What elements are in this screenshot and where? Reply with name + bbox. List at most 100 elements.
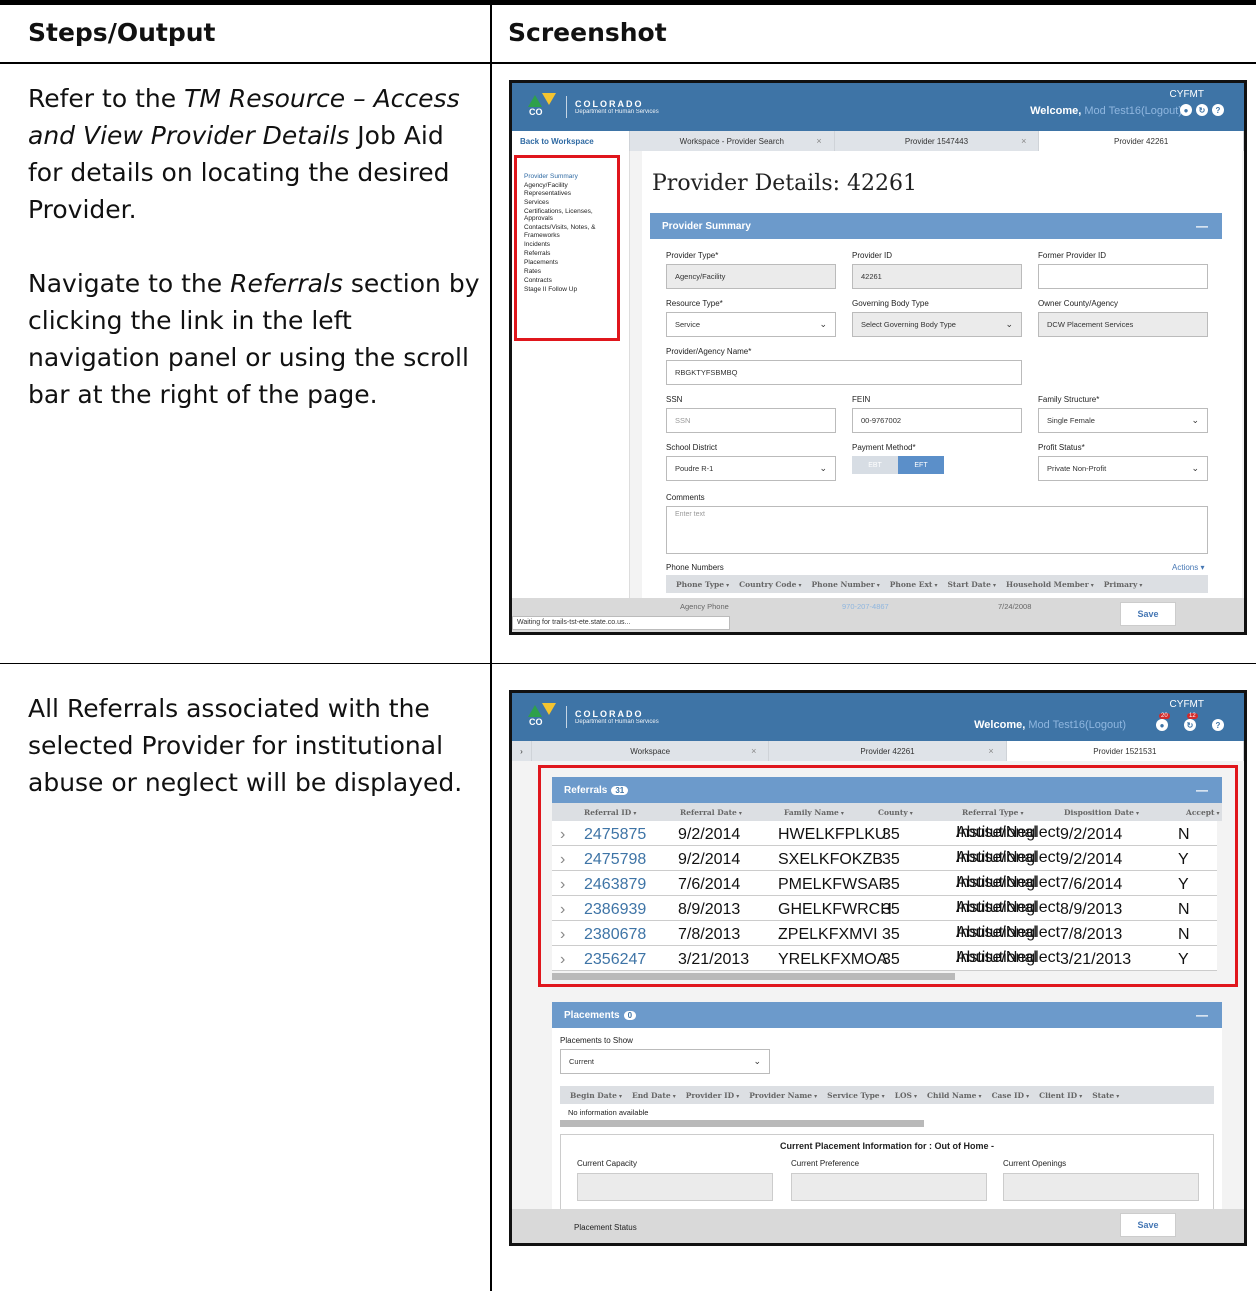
- nav-highlight-box: [514, 155, 620, 341]
- notifications[interactable]: ● 20: [1156, 713, 1170, 731]
- actions-menu[interactable]: Actions ▾: [1172, 563, 1204, 572]
- col-provider-name[interactable]: Provider Name: [739, 1091, 817, 1100]
- tab-bar: › Workspace × Provider 42261 × Provider 15…: [512, 741, 1244, 761]
- tab-workspace-provider-search[interactable]: Workspace - Provider Search ×: [630, 131, 835, 151]
- col-end-date[interactable]: End Date: [622, 1091, 676, 1100]
- comments-textarea[interactable]: Enter text: [666, 506, 1208, 554]
- col-state[interactable]: State: [1082, 1091, 1119, 1100]
- welcome-text: Welcome, Mod Test16(Logout): [1030, 105, 1182, 117]
- current-placement-panel: Current Placement Information for : Out …: [560, 1134, 1214, 1218]
- tasks-icon[interactable]: ↻: [1184, 719, 1196, 731]
- collapse-icon[interactable]: —: [1196, 219, 1208, 233]
- governing-body-field: Governing Body Type Select Governing Bod…: [852, 299, 1022, 337]
- col-begin-date[interactable]: Begin Date: [560, 1091, 622, 1100]
- user-link[interactable]: Mod Test16: [1028, 719, 1085, 731]
- notification-badge: 20: [1159, 713, 1170, 719]
- payment-method-field: Payment Method* EBT EFT: [852, 443, 1022, 474]
- col-phone-type[interactable]: Phone Type: [666, 580, 729, 589]
- current-capacity-label: Current Capacity: [577, 1159, 638, 1168]
- col-service-type[interactable]: Service Type: [817, 1091, 885, 1100]
- user-link[interactable]: Mod Test16: [1084, 105, 1141, 117]
- logout-link[interactable]: (Logout): [1141, 105, 1182, 117]
- placements-count: 0: [623, 1010, 637, 1020]
- fein-input[interactable]: 00-9767002: [852, 408, 1022, 433]
- placements-header[interactable]: Placements 0 —: [552, 1002, 1222, 1028]
- no-information-text: No information available: [568, 1108, 649, 1117]
- chevron-down-icon: ⌄: [1191, 463, 1199, 473]
- save-button[interactable]: Save: [1120, 602, 1176, 626]
- tasks[interactable]: ↻ 12: [1184, 713, 1198, 731]
- help-icon[interactable]: ?: [1212, 104, 1224, 116]
- col-phone-ext[interactable]: Phone Ext: [880, 580, 938, 589]
- colorado-logo: CO COLORADO Department of Human Services: [526, 703, 659, 731]
- welcome-text: Welcome, Mod Test16(Logout): [974, 719, 1126, 731]
- step-1-paragraph-1: Refer to the TM Resource – Access and Vi…: [28, 84, 460, 224]
- tab-provider-42261[interactable]: Provider 42261 ×: [769, 741, 1007, 761]
- fein-field: FEIN 00-9767002: [852, 395, 1022, 433]
- ebt-option[interactable]: EBT: [852, 456, 898, 474]
- former-provider-id-input[interactable]: [1038, 264, 1208, 289]
- col-country-code[interactable]: Country Code: [729, 580, 801, 589]
- chevron-down-icon: ⌄: [753, 1056, 761, 1066]
- col-start-date[interactable]: Start Date: [938, 580, 996, 589]
- col-household-member[interactable]: Household Member: [996, 580, 1094, 589]
- school-district-select[interactable]: Poudre R-1 ⌄: [666, 456, 836, 481]
- logout-link[interactable]: (Logout): [1085, 719, 1126, 731]
- family-structure-select[interactable]: Single Female ⌄: [1038, 408, 1208, 433]
- back-to-workspace-link[interactable]: Back to Workspace: [512, 131, 630, 151]
- provider-details-content: Provider Details: 42261 Provider Summary…: [642, 151, 1242, 632]
- provider-name-input[interactable]: RBGKTYFSBMBQ: [666, 360, 1022, 385]
- phone-row-number[interactable]: 970-207-4867: [842, 602, 889, 611]
- placements-scrollbar[interactable]: [560, 1120, 924, 1127]
- row-divider: [0, 663, 1256, 664]
- close-icon[interactable]: ×: [751, 746, 756, 756]
- current-preference-label: Current Preference: [791, 1159, 860, 1168]
- col-child-name[interactable]: Child Name: [917, 1091, 982, 1100]
- eft-option[interactable]: EFT: [898, 456, 944, 474]
- cdhs-logo-icon: CO: [526, 703, 558, 731]
- help-icon[interactable]: ?: [1212, 719, 1224, 731]
- column-header-steps: Steps/Output: [28, 18, 216, 47]
- collapse-icon[interactable]: —: [1196, 1008, 1208, 1022]
- tab-workspace[interactable]: Workspace ×: [532, 741, 770, 761]
- col-los[interactable]: LOS: [885, 1091, 917, 1100]
- close-icon[interactable]: ×: [816, 136, 821, 146]
- footer-bar: Placement Status Save: [512, 1209, 1244, 1243]
- expand-sidebar-icon[interactable]: ›: [512, 741, 532, 761]
- resource-type-select[interactable]: Service ⌄: [666, 312, 836, 337]
- resource-type-field: Resource Type* Service ⌄: [666, 299, 836, 337]
- close-icon[interactable]: ×: [1021, 136, 1026, 146]
- app-code: CYFMT: [1169, 699, 1204, 710]
- screenshot-provider-details: CO COLORADO Department of Human Services…: [509, 80, 1247, 635]
- tasks-icon[interactable]: ↻: [1196, 104, 1208, 116]
- col-case-id[interactable]: Case ID: [982, 1091, 1030, 1100]
- col-client-id[interactable]: Client ID: [1029, 1091, 1082, 1100]
- family-structure-field: Family Structure* Single Female ⌄: [1038, 395, 1208, 433]
- bell-icon[interactable]: ●: [1156, 719, 1168, 731]
- tasks-badge: 12: [1187, 713, 1198, 719]
- app-code: CYFMT: [1169, 89, 1204, 100]
- governing-body-select[interactable]: Select Governing Body Type ⌄: [852, 312, 1022, 337]
- current-placement-title: Current Placement Information for : Out …: [779, 1141, 994, 1151]
- chevron-down-icon: ⌄: [819, 319, 827, 329]
- col-provider-id[interactable]: Provider ID: [676, 1091, 740, 1100]
- col-phone-number[interactable]: Phone Number: [802, 580, 880, 589]
- provider-summary-header[interactable]: Provider Summary —: [650, 213, 1222, 239]
- tab-provider-42261[interactable]: Provider 42261: [1039, 131, 1244, 151]
- save-button[interactable]: Save: [1120, 1213, 1176, 1237]
- provider-type-field: Provider Type* Agency/Facility: [666, 251, 836, 289]
- header-divider: [0, 62, 1256, 64]
- tab-bar: Back to Workspace Workspace - Provider S…: [512, 131, 1244, 151]
- profit-status-select[interactable]: Private Non-Profit ⌄: [1038, 456, 1208, 481]
- ssn-input[interactable]: SSN: [666, 408, 836, 433]
- payment-method-toggle[interactable]: EBT EFT: [852, 456, 944, 474]
- tab-provider-1547443[interactable]: Provider 1547443 ×: [835, 131, 1040, 151]
- tab-provider-1521531[interactable]: Provider 1521531: [1006, 741, 1244, 761]
- bell-icon[interactable]: ●: [1180, 104, 1192, 116]
- ssn-field: SSN SSN: [666, 395, 836, 433]
- col-primary[interactable]: Primary: [1094, 580, 1143, 589]
- close-icon[interactable]: ×: [988, 746, 993, 756]
- profit-status-field: Profit Status* Private Non-Profit ⌄: [1038, 443, 1208, 481]
- footer-bar: Agency Phone 970-207-4867 7/24/2008 Save…: [512, 598, 1244, 632]
- placements-to-show-select[interactable]: Current ⌄: [560, 1049, 770, 1074]
